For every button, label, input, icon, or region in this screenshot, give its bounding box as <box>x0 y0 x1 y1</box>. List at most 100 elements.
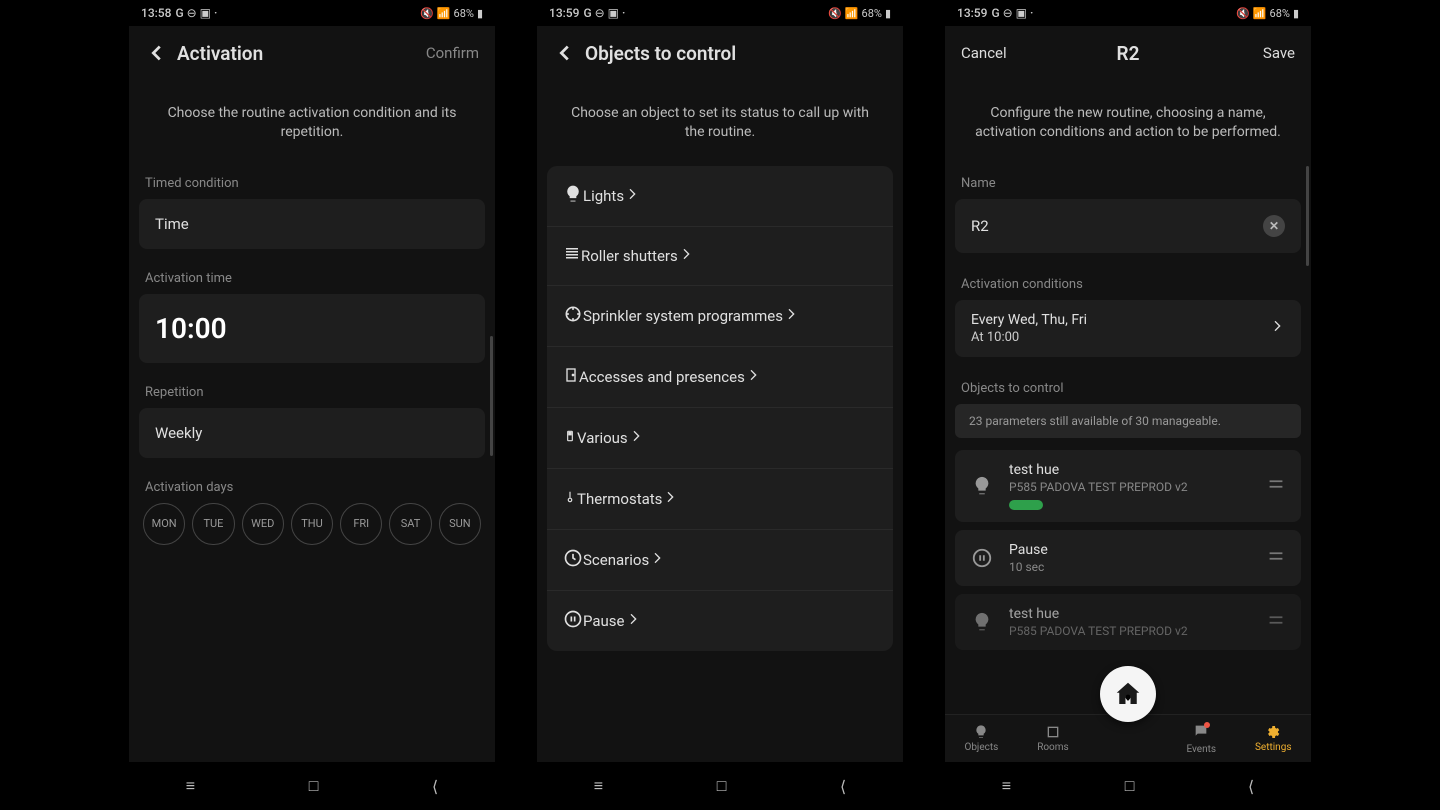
list-item-thermostats[interactable]: Thermostats <box>547 469 893 530</box>
android-nav: ≡ □ ⟨ <box>537 762 903 810</box>
object-name: Pause <box>1009 542 1257 558</box>
drag-handle-icon[interactable] <box>1265 473 1287 499</box>
home-button[interactable]: □ <box>309 776 319 796</box>
notification-dot-icon <box>1204 722 1210 728</box>
day-chip-thu[interactable]: THU <box>291 503 333 545</box>
drag-handle-icon[interactable] <box>1265 609 1287 635</box>
status-icons-left: G ⊖ ▣ · <box>175 6 217 20</box>
chevron-right-icon <box>624 186 640 206</box>
list-item-accesses[interactable]: Accesses and presences <box>547 347 893 408</box>
save-button[interactable]: Save <box>1263 44 1295 62</box>
time-row-label: Time <box>155 215 189 233</box>
tab-settings[interactable]: Settings <box>1255 724 1292 753</box>
scrollbar[interactable] <box>490 336 493 456</box>
status-time: 13:58 <box>141 6 171 20</box>
list-item-scenarios[interactable]: Scenarios <box>547 530 893 591</box>
day-chip-mon[interactable]: MON <box>143 503 185 545</box>
time-row[interactable]: Time <box>139 199 485 249</box>
day-chip-wed[interactable]: WED <box>242 503 284 545</box>
list-label: Sprinkler system programmes <box>583 307 783 325</box>
object-row-pause[interactable]: Pause 10 sec <box>955 530 1301 586</box>
scenario-icon <box>563 548 583 572</box>
list-item-various[interactable]: Various <box>547 408 893 469</box>
repetition-row[interactable]: Weekly <box>139 408 485 458</box>
mute-icon: 🔇 <box>828 7 842 20</box>
home-button[interactable]: □ <box>1125 776 1135 796</box>
chevron-right-icon <box>678 246 694 266</box>
object-list: Lights Roller shutters Sprinkler system … <box>547 166 893 651</box>
name-input[interactable]: R2 ✕ <box>955 199 1301 253</box>
tab-objects[interactable]: Objects <box>964 724 998 753</box>
back-sys-button[interactable]: ⟨ <box>432 777 438 796</box>
day-chip-tue[interactable]: TUE <box>192 503 234 545</box>
day-chip-sun[interactable]: SUN <box>439 503 481 545</box>
section-label-objects: Objects to control <box>955 371 1301 404</box>
battery-icon: ▮ <box>1293 7 1299 20</box>
tab-label: Events <box>1186 744 1216 755</box>
list-item-shutters[interactable]: Roller shutters <box>547 227 893 286</box>
list-label: Thermostats <box>577 490 662 508</box>
back-button[interactable] <box>553 41 577 65</box>
tab-label: Objects <box>964 742 998 753</box>
status-bar: 13:58 G ⊖ ▣ · 🔇 📶 68% ▮ <box>129 0 495 26</box>
object-sub: 10 sec <box>1009 560 1257 574</box>
repetition-value: Weekly <box>155 424 202 442</box>
section-label-repetition: Repetition <box>139 375 485 408</box>
back-button[interactable] <box>145 41 169 65</box>
wifi-icon: 📶 <box>845 7 859 20</box>
section-label-days: Activation days <box>139 470 485 503</box>
object-row[interactable]: test hue P585 PADOVA TEST PREPROD v2 <box>955 594 1301 650</box>
tab-rooms[interactable]: Rooms <box>1037 724 1069 753</box>
list-item-pause[interactable]: Pause <box>547 591 893 651</box>
cond-line2: At 10:00 <box>971 330 1087 345</box>
page-subtitle: Choose the routine activation condition … <box>129 80 495 166</box>
fab-home[interactable] <box>1100 666 1156 722</box>
section-label-activation-conditions: Activation conditions <box>955 267 1301 300</box>
shutter-icon <box>563 245 581 267</box>
status-bar: 13:59 G ⊖ ▣ · 🔇 📶 68% ▮ <box>537 0 903 26</box>
chevron-right-icon <box>625 611 641 631</box>
days-row: MON TUE WED THU FRI SAT SUN <box>139 503 485 545</box>
object-sub: P585 PADOVA TEST PREPROD v2 <box>1009 624 1257 638</box>
list-item-sprinkler[interactable]: Sprinkler system programmes <box>547 286 893 347</box>
cancel-button[interactable]: Cancel <box>961 44 1007 62</box>
name-input-value: R2 <box>971 217 1263 235</box>
home-button[interactable]: □ <box>717 776 727 796</box>
clear-icon[interactable]: ✕ <box>1263 215 1285 237</box>
status-icons-left: G ⊖ ▣ · <box>583 6 625 20</box>
chevron-right-icon <box>662 489 678 509</box>
battery-icon: ▮ <box>477 7 483 20</box>
content: Lights Roller shutters Sprinkler system … <box>537 166 903 762</box>
list-label: Roller shutters <box>581 247 678 265</box>
confirm-button[interactable]: Confirm <box>426 44 479 62</box>
back-sys-button[interactable]: ⟨ <box>840 777 846 796</box>
status-time: 13:59 <box>549 6 579 20</box>
recents-button[interactable]: ≡ <box>594 776 603 796</box>
page-subtitle: Choose an object to set its status to ca… <box>537 80 903 166</box>
scrollbar[interactable] <box>1306 166 1309 266</box>
header: Activation Confirm <box>129 26 495 80</box>
tab-label: Rooms <box>1037 742 1069 753</box>
object-name: test hue <box>1009 462 1257 478</box>
header: Cancel R2 Save <box>945 26 1311 80</box>
bulb-icon <box>969 473 995 499</box>
day-chip-sat[interactable]: SAT <box>389 503 431 545</box>
activation-time-row[interactable]: 10:00 <box>139 294 485 363</box>
tab-events[interactable]: Events <box>1186 723 1216 755</box>
object-row[interactable]: test hue P585 PADOVA TEST PREPROD v2 <box>955 450 1301 522</box>
door-icon <box>563 365 579 389</box>
list-label: Scenarios <box>583 551 649 569</box>
page-title: Objects to control <box>585 42 736 65</box>
drag-handle-icon[interactable] <box>1265 545 1287 571</box>
list-item-lights[interactable]: Lights <box>547 166 893 227</box>
recents-button[interactable]: ≡ <box>1002 776 1011 796</box>
activation-condition-row[interactable]: Every Wed, Thu, Fri At 10:00 <box>955 300 1301 357</box>
list-label: Accesses and presences <box>579 368 745 386</box>
day-chip-fri[interactable]: FRI <box>340 503 382 545</box>
wifi-icon: 📶 <box>1253 7 1267 20</box>
back-sys-button[interactable]: ⟨ <box>1248 777 1254 796</box>
page-title: Activation <box>177 42 263 65</box>
content: Timed condition Time Activation time 10:… <box>129 166 495 762</box>
cond-line1: Every Wed, Thu, Fri <box>971 312 1087 328</box>
recents-button[interactable]: ≡ <box>186 776 195 796</box>
